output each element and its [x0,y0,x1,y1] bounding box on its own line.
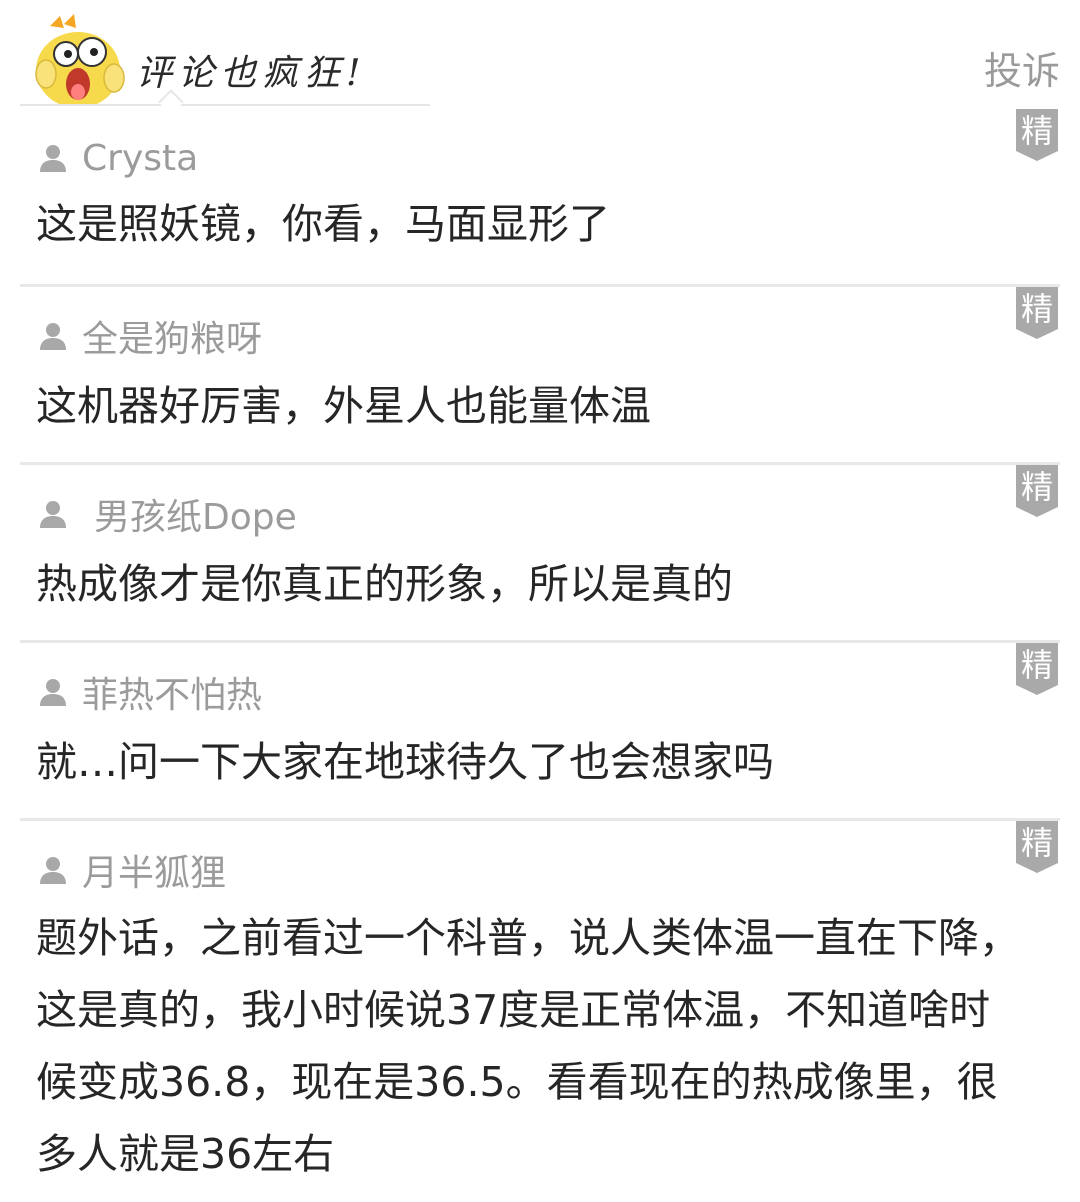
featured-badge: 精 [1016,465,1058,517]
user-icon [40,679,66,706]
username[interactable]: Crysta [82,138,198,179]
username[interactable]: 全是狗粮呀 [82,310,262,362]
comments-header: 评论也疯狂! 投诉 [0,0,1080,115]
comment-text: 题外话，之前看过一个科普，说人类体温一直在下降，这是真的，我小时候说37度是正常… [36,914,1020,1178]
comment-text: 热成像才是你真正的形象，所以是真的 [36,560,733,608]
featured-badge: 精 [1016,109,1058,161]
comment-author: 菲热不怕热 [38,670,262,716]
username[interactable]: 男孩纸Dope [94,488,297,540]
comment-divider [20,462,1060,465]
featured-badge: 精 [1016,821,1058,873]
comment-item: 精 男孩纸Dope 热成像才是你真正的形象，所以是真的 [0,462,1080,640]
comment-page: 评论也疯狂! 投诉 精 Crysta 这是照妖镜，你看，马面显形了 精 全是狗粮… [0,0,1080,1202]
comment-author: 男孩纸Dope [38,492,297,538]
badge-label: 精 [1020,824,1053,862]
comment-divider [20,818,1060,821]
comment-author: 全是狗粮呀 [38,314,262,360]
user-icon [40,145,66,172]
featured-badge: 精 [1016,287,1058,339]
comment-item: 精 菲热不怕热 就…问一下大家在地球待久了也会想家吗 [0,640,1080,818]
user-icon [40,501,66,528]
comment-text: 就…问一下大家在地球待久了也会想家吗 [36,738,774,786]
user-icon [40,857,66,884]
user-icon [40,323,66,350]
badge-label: 精 [1020,112,1053,150]
badge-label: 精 [1020,646,1053,684]
comment-item: 精 Crysta 这是照妖镜，你看，马面显形了 [0,106,1080,284]
comment-author: 月半狐狸 [38,848,226,894]
comment-text: 这是照妖镜，你看，马面显形了 [36,200,610,248]
comment-item: 精 全是狗粮呀 这机器好厉害，外星人也能量体温 [0,284,1080,462]
report-link[interactable]: 投诉 [984,40,1060,95]
badge-label: 精 [1020,468,1053,506]
comment-divider [20,640,1060,643]
comment-text: 这机器好厉害，外星人也能量体温 [36,382,651,430]
comment-divider [20,284,1060,287]
comment-item: 精 月半狐狸 题外话，之前看过一个科普，说人类体温一直在下降，这是真的，我小时候… [0,818,1080,1202]
comment-author: Crysta [38,136,198,180]
featured-badge: 精 [1016,643,1058,695]
username[interactable]: 菲热不怕热 [82,666,262,718]
badge-label: 精 [1020,290,1053,328]
username[interactable]: 月半狐狸 [82,844,226,896]
mascot-icon [35,14,125,106]
